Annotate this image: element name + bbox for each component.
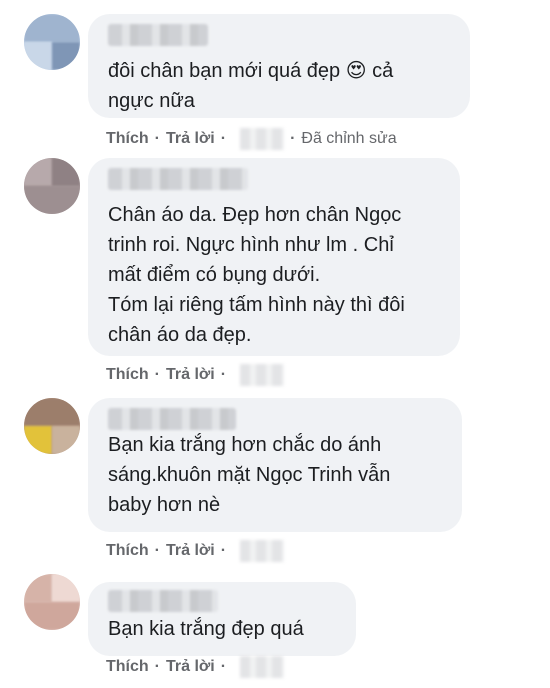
- edited-label[interactable]: Đã chỉnh sửa: [301, 129, 396, 149]
- timestamp[interactable]: [240, 364, 285, 386]
- like-button[interactable]: Thích: [106, 541, 149, 561]
- comment-text: Chân áo da. Đẹp hơn chân Ngọc trinh roi.…: [108, 204, 405, 346]
- author-name[interactable]: [108, 168, 248, 190]
- comment-actions: Thích · Trả lời · · Đã chỉnh sửa: [106, 128, 397, 150]
- separator: ·: [154, 658, 160, 675]
- like-button[interactable]: Thích: [106, 365, 149, 385]
- avatar[interactable]: [24, 158, 80, 214]
- like-button[interactable]: Thích: [106, 657, 149, 677]
- separator: ·: [154, 542, 160, 559]
- separator: ·: [220, 366, 227, 383]
- avatar[interactable]: [24, 398, 80, 454]
- timestamp[interactable]: [240, 128, 285, 150]
- comment-actions: Thích · Trả lời ·: [106, 364, 285, 386]
- avatar[interactable]: [24, 574, 80, 630]
- comment-actions: Thích · Trả lời ·: [106, 656, 285, 678]
- reply-button[interactable]: Trả lời: [166, 541, 215, 561]
- timestamp[interactable]: [240, 540, 285, 562]
- author-name[interactable]: [108, 24, 208, 46]
- comment-bubble: Bạn kia trắng đẹp quá: [88, 582, 356, 656]
- comment-bubble: đôi chân bạn mới quá đẹp 😍 cả ngực nữa: [88, 14, 470, 118]
- separator: ·: [220, 130, 227, 147]
- timestamp[interactable]: [240, 656, 285, 678]
- separator: ·: [154, 130, 160, 147]
- comment-bubble: Chân áo da. Đẹp hơn chân Ngọc trinh roi.…: [88, 158, 460, 356]
- reply-button[interactable]: Trả lời: [166, 657, 215, 677]
- author-name[interactable]: [108, 408, 236, 430]
- separator: ·: [154, 366, 160, 383]
- separator: ·: [220, 542, 227, 559]
- comment-text: Bạn kia trắng hơn chắc do ánh sáng.khuôn…: [108, 434, 391, 516]
- comment-text: Bạn kia trắng đẹp quá: [108, 618, 304, 640]
- comment-actions: Thích · Trả lời ·: [106, 540, 285, 562]
- comment-text: đôi chân bạn mới quá đẹp 😍 cả ngực nữa: [108, 60, 394, 112]
- author-name[interactable]: [108, 590, 218, 612]
- like-button[interactable]: Thích: [106, 129, 149, 149]
- separator: ·: [220, 658, 227, 675]
- reply-button[interactable]: Trả lời: [166, 365, 215, 385]
- comment-bubble: Bạn kia trắng hơn chắc do ánh sáng.khuôn…: [88, 398, 462, 532]
- avatar[interactable]: [24, 14, 80, 70]
- separator: ·: [290, 130, 296, 147]
- reply-button[interactable]: Trả lời: [166, 129, 215, 149]
